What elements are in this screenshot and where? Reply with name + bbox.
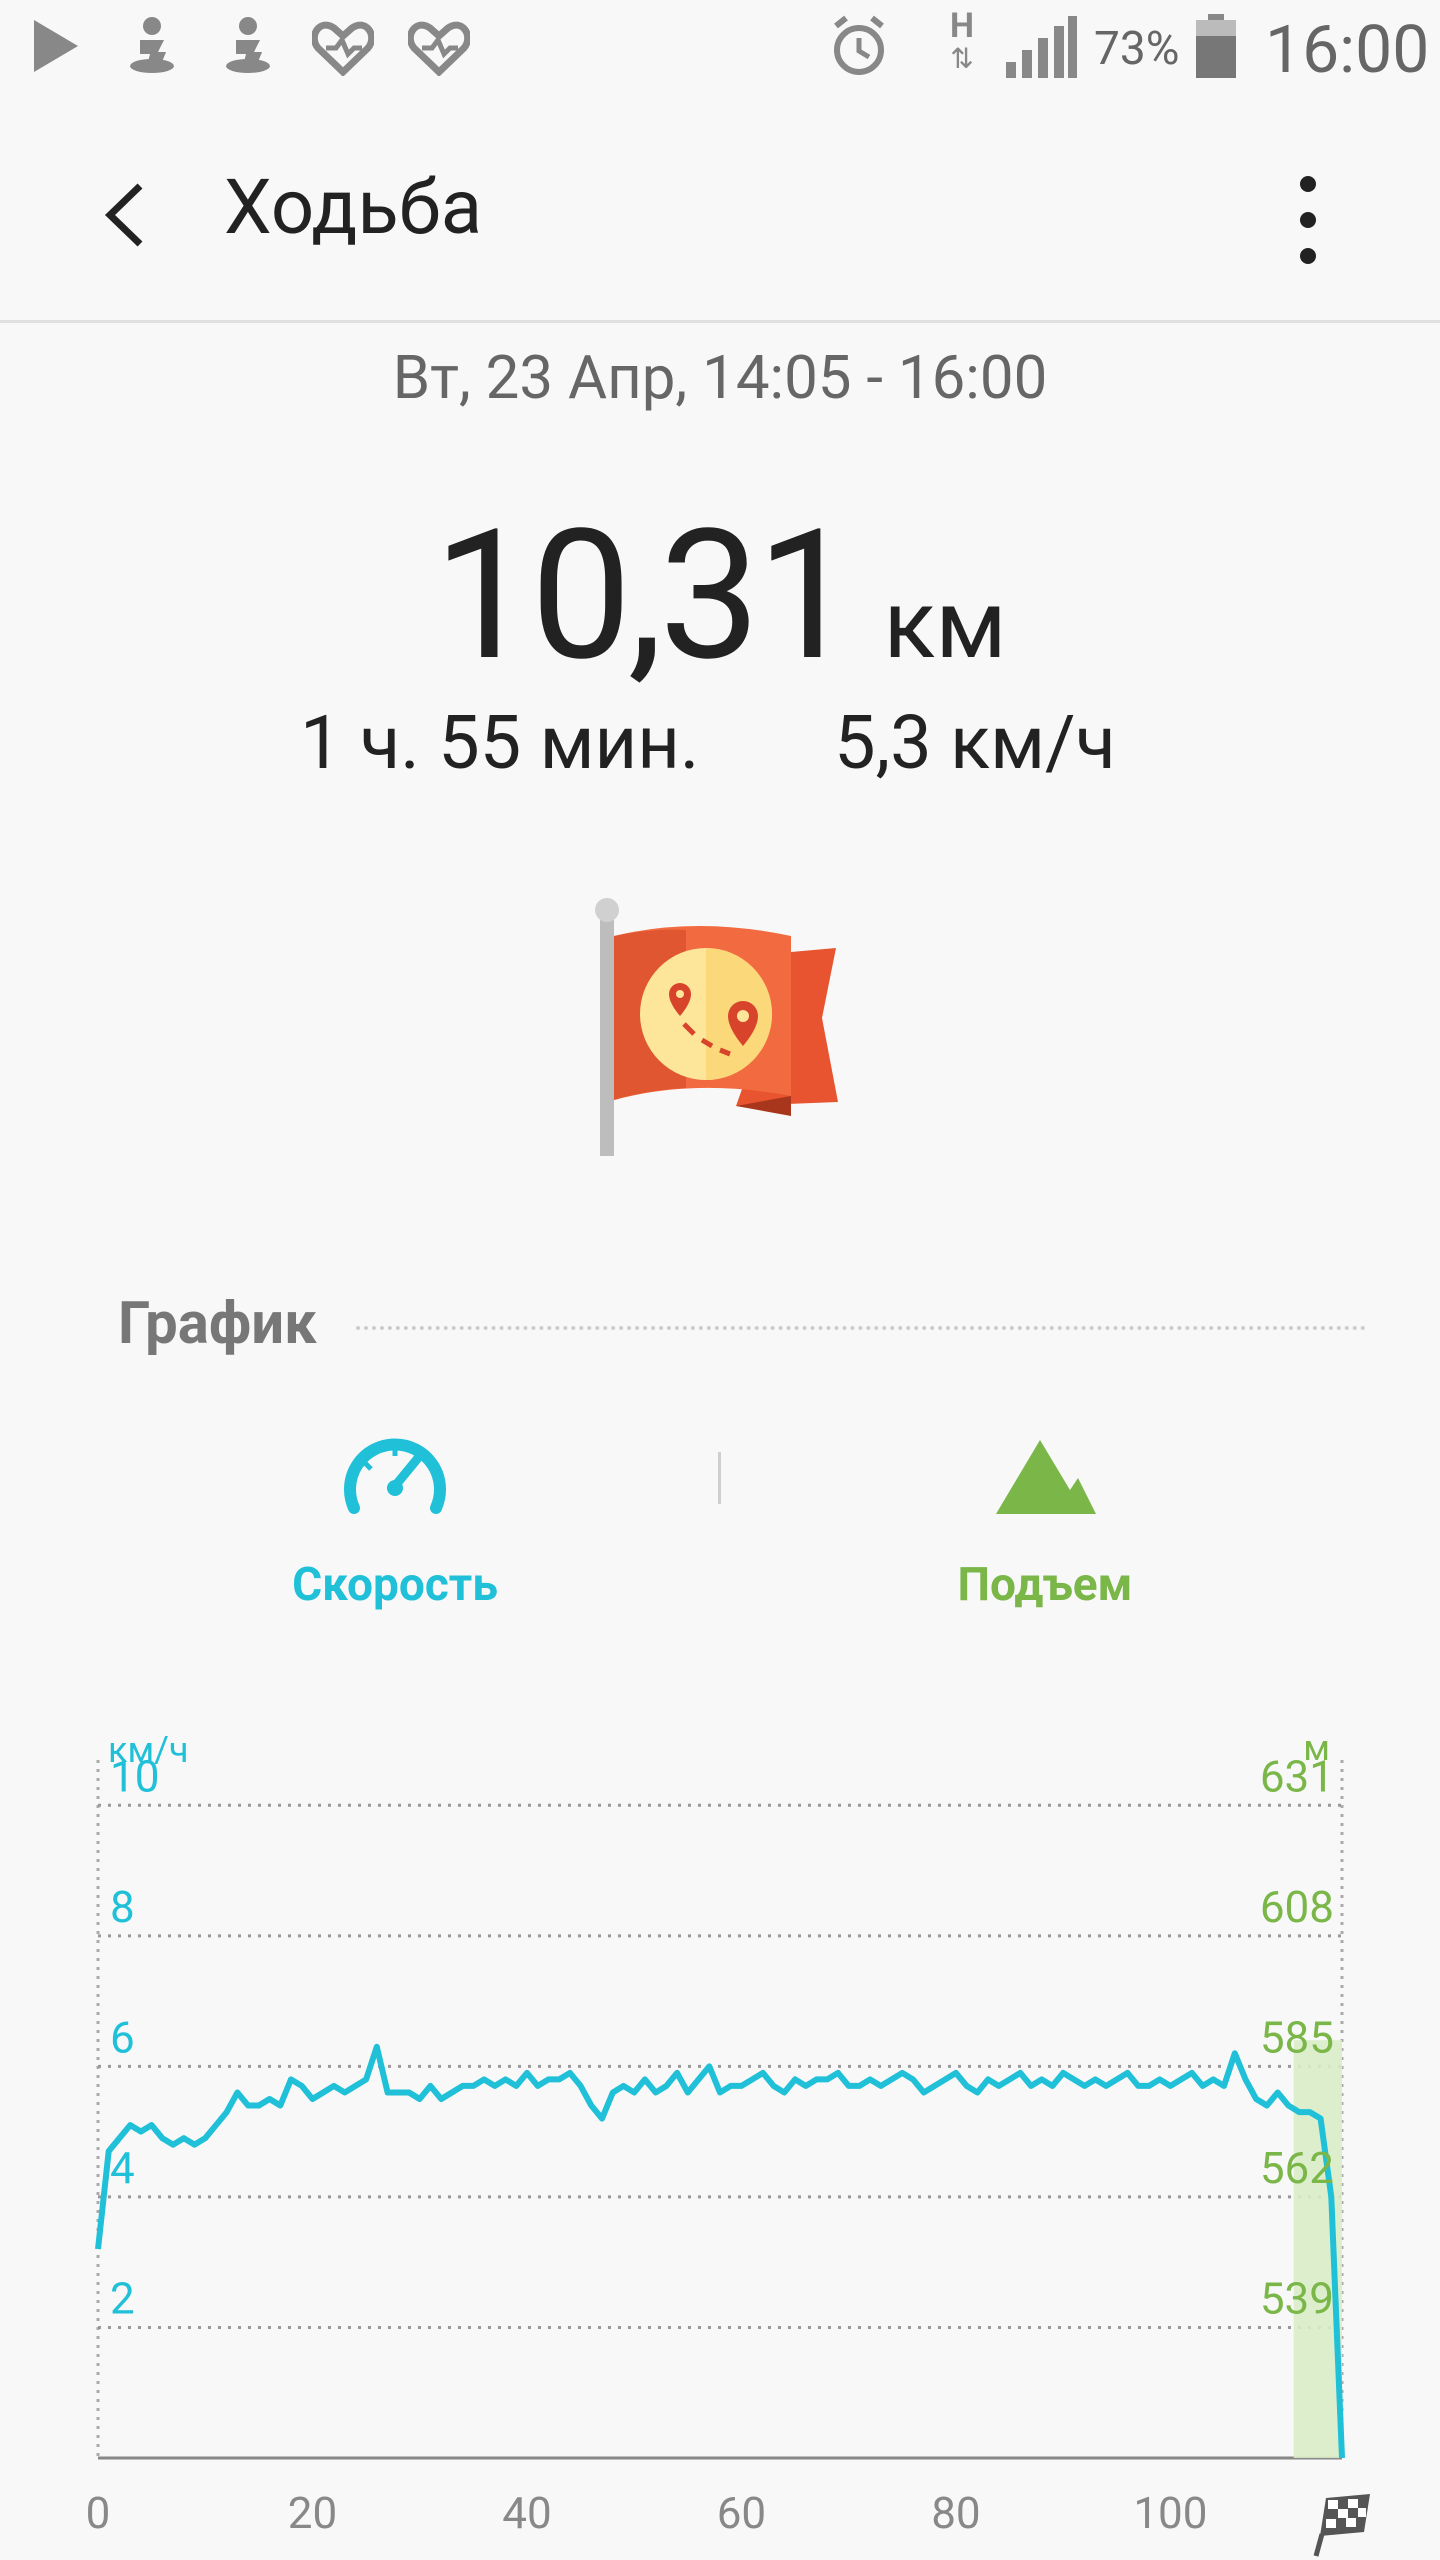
right-tick-label: 562 [1260, 2142, 1334, 2194]
left-tick-label: 8 [110, 1881, 135, 1933]
mountain-icon [996, 1440, 1096, 1514]
heart-rate-icon [312, 21, 374, 76]
alarm-icon [834, 15, 884, 75]
x-tick-label: 100 [1133, 2487, 1207, 2539]
right-tick-label: 608 [1260, 1881, 1334, 1933]
status-bar-time: 16:00 [1265, 12, 1430, 89]
average-speed: 5,3 км/ч [834, 700, 1116, 787]
workout-date: Вт, 23 Апр, 14:05 - 16:00 [392, 342, 1048, 413]
battery-percentage: 73% [1094, 22, 1180, 76]
x-tick-label: 80 [931, 2487, 980, 2539]
page-title: Ходьба [224, 162, 483, 252]
network-type-icon: H ⇅ [949, 6, 974, 75]
tab-speed[interactable]: Скорость [200, 1430, 590, 1630]
tab-elevation-label: Подъем [957, 1558, 1133, 1612]
right-tick-label: 585 [1260, 2011, 1334, 2063]
right-tick-label: 631 [1260, 1750, 1334, 1802]
x-tick-label: 40 [502, 2487, 551, 2539]
app-bar: Ходьба [0, 100, 1440, 323]
battery-icon [1196, 14, 1236, 78]
tab-separator [718, 1452, 721, 1504]
left-tick-label: 4 [110, 2142, 135, 2194]
section-divider [356, 1326, 1366, 1330]
speedometer-icon [344, 1438, 446, 1514]
finish-flag-icon [1313, 2494, 1370, 2557]
shealth-walking-icon [130, 17, 174, 73]
status-bar: H ⇅ 73% 16:00 [0, 0, 1440, 100]
route-flag-icon [595, 898, 838, 1156]
left-tick-label: 10 [110, 1750, 159, 1802]
shealth-walking-icon-2 [226, 17, 270, 73]
play-store-icon [34, 20, 78, 72]
tab-elevation[interactable]: Подъем [860, 1430, 1230, 1630]
graph-section-title: График [118, 1290, 317, 1358]
x-tick-label: 20 [288, 2487, 337, 2539]
signal-strength-icon [1006, 16, 1077, 78]
speed-series-line [95, 2043, 1345, 2459]
x-tick-label: 60 [717, 2487, 766, 2539]
speed-chart: км/ч м 2 5394 5626 5858 60810 6310 20 40 60 80 100 [86, 1727, 1370, 2557]
heart-rate-icon-2 [408, 21, 470, 76]
distance-value: 10,31 [433, 490, 857, 701]
left-tick-label: 6 [110, 2011, 135, 2063]
more-options-button[interactable] [1278, 170, 1338, 270]
distance-display: 10,31 км [0, 490, 1440, 701]
back-button[interactable] [92, 180, 162, 250]
left-tick-label: 2 [110, 2272, 135, 2324]
x-tick-label: 0 [86, 2487, 111, 2539]
right-tick-label: 539 [1260, 2272, 1334, 2324]
tab-speed-label: Скорость [292, 1558, 498, 1612]
distance-unit: км [883, 569, 1007, 681]
workout-duration: 1 ч. 55 мин. [300, 700, 700, 787]
